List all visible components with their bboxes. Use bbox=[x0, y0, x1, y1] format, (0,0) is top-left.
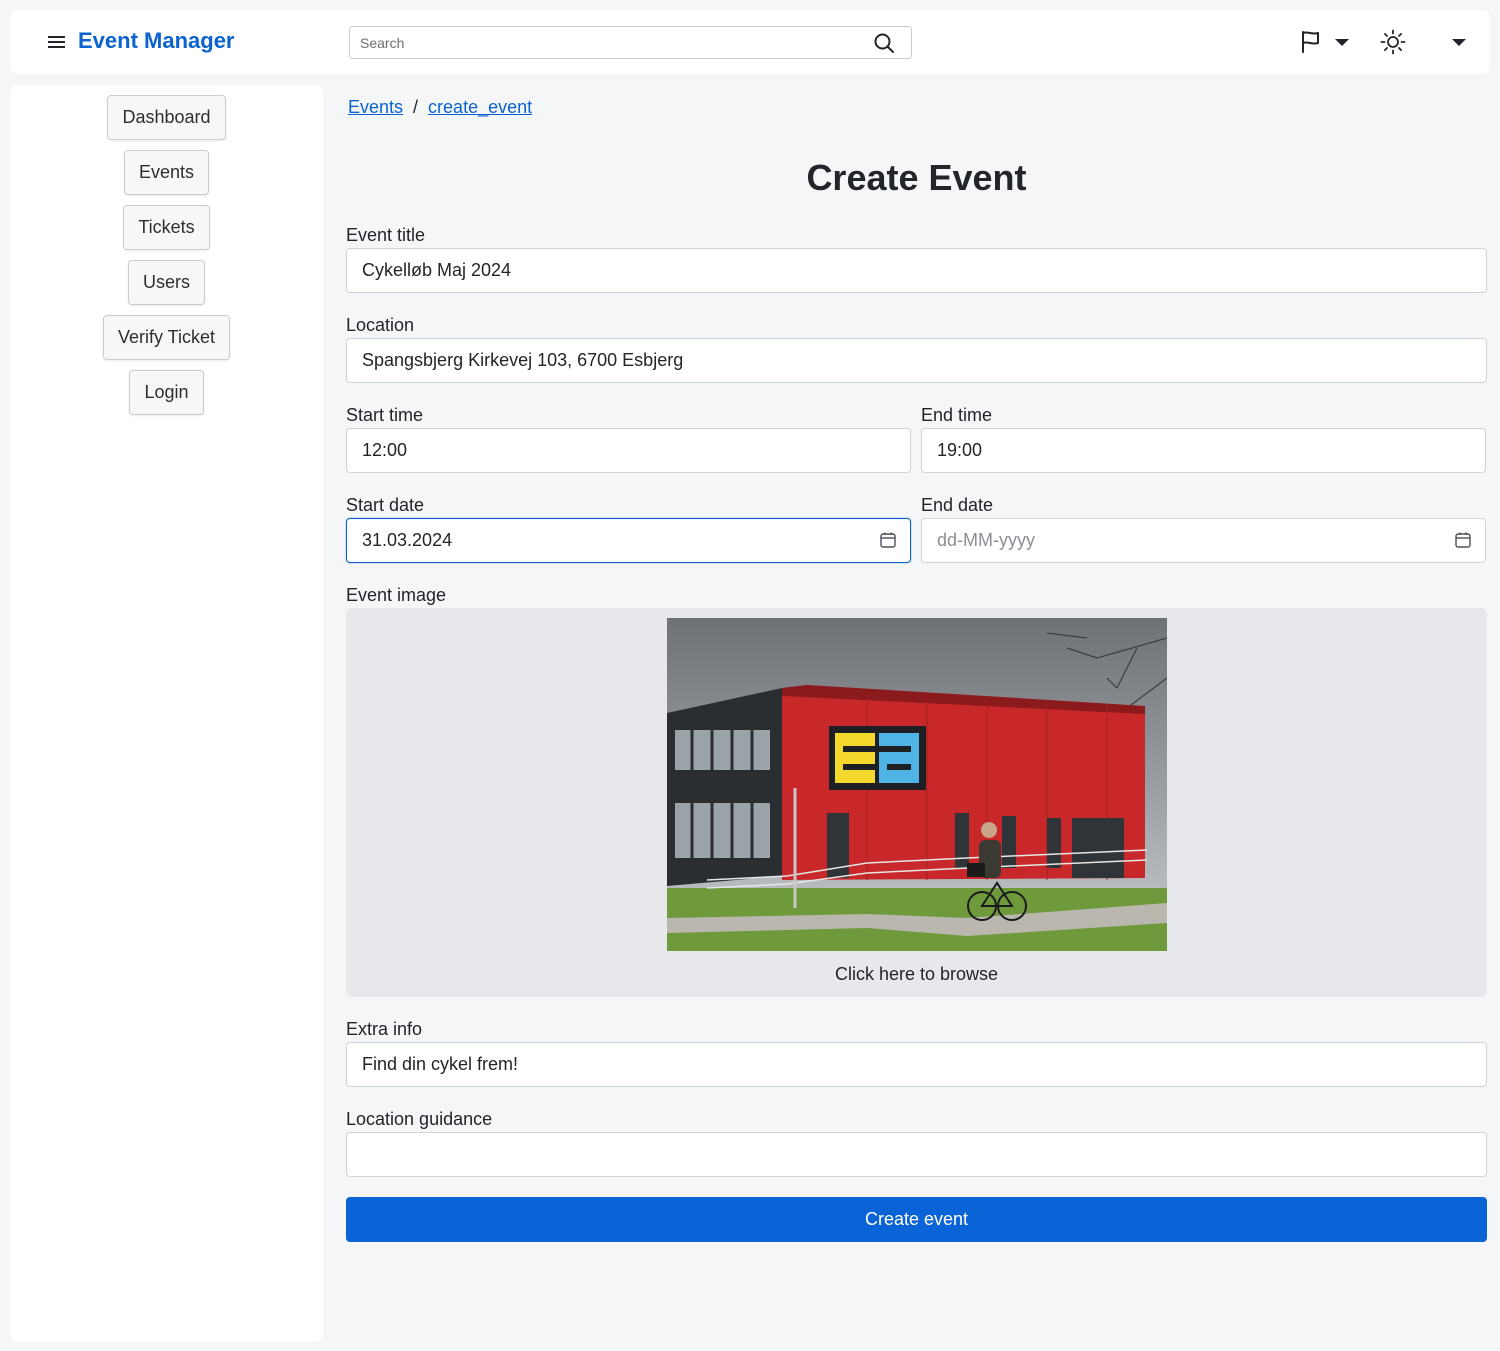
start-time-label: Start time bbox=[346, 405, 424, 425]
sidebar-item-events[interactable]: Events bbox=[123, 150, 210, 195]
sidebar-nav: Dashboard Events Tickets Users Verify Ti… bbox=[10, 85, 323, 425]
location-guidance-label: Location guidance bbox=[346, 1109, 493, 1129]
sidebar-item-login[interactable]: Login bbox=[129, 370, 204, 415]
event-title-input[interactable] bbox=[346, 248, 1487, 293]
start-date-label: Start date bbox=[346, 495, 425, 515]
location-label: Location bbox=[346, 315, 415, 335]
search-icon[interactable] bbox=[873, 32, 895, 54]
user-menu-chevron-down-icon[interactable] bbox=[1452, 39, 1466, 46]
start-time-input[interactable] bbox=[346, 428, 911, 473]
sidebar-item-dashboard[interactable]: Dashboard bbox=[107, 95, 226, 140]
create-event-button[interactable]: Create event bbox=[346, 1197, 1487, 1242]
breadcrumb-separator: / bbox=[413, 97, 419, 117]
event-image-label: Event image bbox=[346, 585, 447, 605]
extra-info-label: Extra info bbox=[346, 1019, 423, 1039]
event-title-label: Event title bbox=[346, 225, 426, 245]
browse-prompt[interactable]: Click here to browse bbox=[346, 964, 1487, 985]
event-image-preview bbox=[667, 618, 1167, 951]
start-date-input[interactable] bbox=[346, 518, 911, 563]
extra-info-input[interactable] bbox=[346, 1042, 1487, 1087]
end-date-label: End date bbox=[921, 495, 994, 515]
end-time-label: End time bbox=[921, 405, 993, 425]
breadcrumb: Events / create_event bbox=[348, 97, 532, 118]
calendar-icon[interactable] bbox=[879, 531, 897, 549]
sidebar-item-verify-ticket[interactable]: Verify Ticket bbox=[102, 315, 231, 360]
location-guidance-input[interactable] bbox=[346, 1132, 1487, 1177]
breadcrumb-events-link[interactable]: Events bbox=[348, 97, 403, 118]
image-upload-dropzone[interactable]: Click here to browse bbox=[346, 608, 1487, 997]
sidebar-item-tickets[interactable]: Tickets bbox=[123, 205, 210, 250]
search-box bbox=[349, 26, 912, 59]
end-date-input[interactable] bbox=[921, 518, 1486, 563]
sun-icon[interactable] bbox=[1380, 29, 1406, 55]
location-input[interactable] bbox=[346, 338, 1487, 383]
breadcrumb-create-event-link[interactable]: create_event bbox=[428, 97, 532, 118]
search-input[interactable] bbox=[360, 27, 860, 58]
page-title: Create Event bbox=[806, 157, 1027, 198]
top-bar: Event Manager bbox=[10, 10, 1490, 74]
sidebar-item-users[interactable]: Users bbox=[127, 260, 205, 305]
end-time-input[interactable] bbox=[921, 428, 1486, 473]
flag-icon[interactable] bbox=[1300, 30, 1322, 54]
sidebar: Dashboard Events Tickets Users Verify Ti… bbox=[10, 85, 323, 1342]
menu-icon[interactable] bbox=[46, 32, 68, 52]
calendar-icon[interactable] bbox=[1454, 531, 1472, 549]
chevron-down-icon[interactable] bbox=[1335, 39, 1349, 46]
app-title[interactable]: Event Manager bbox=[78, 28, 235, 54]
